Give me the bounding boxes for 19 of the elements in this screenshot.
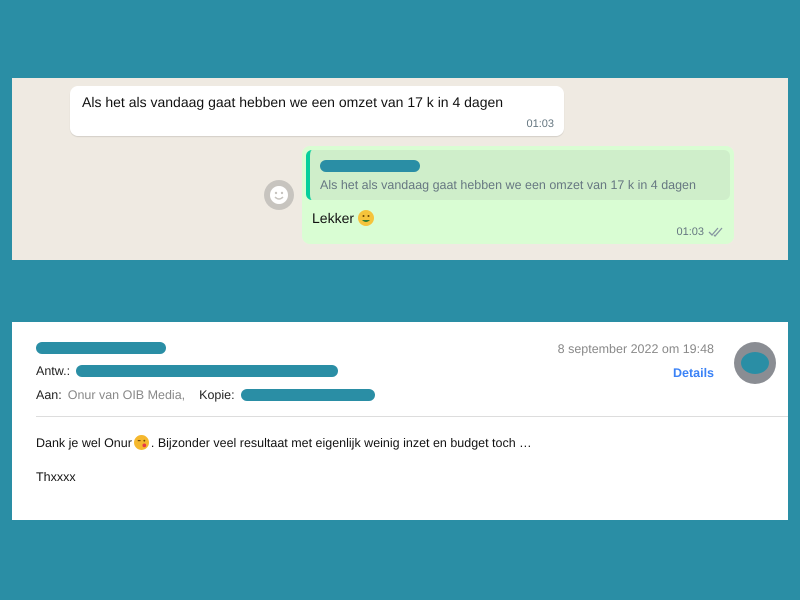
message-text: Lekker	[312, 210, 354, 226]
winking-face-icon	[134, 435, 149, 450]
message-text: Als het als vandaag gaat hebben we een omzet van 17 k in 4 dagen	[82, 94, 504, 110]
message-time: 01:03	[525, 118, 554, 130]
email-body-text: . Bijzonder veel resultaat met eigenlijk weinig inzet en budget toch …	[150, 436, 532, 450]
message-time: 01:03	[676, 226, 704, 238]
details-link[interactable]: Details	[673, 366, 714, 380]
recipient: Onur van OIB Media,	[68, 388, 186, 402]
double-check-icon	[708, 227, 724, 237]
email-signoff: Thxxxx	[36, 470, 77, 484]
avatar-icon	[734, 342, 776, 384]
to-label: Aan:	[36, 388, 62, 402]
email-body-text: Dank je wel Onur	[36, 436, 132, 450]
quoted-text: Als het als vandaag gaat hebben we een omzet van 17 k in 4 dagen	[320, 178, 697, 192]
cc-label: Kopie:	[199, 388, 235, 402]
reply-to-label: Antw.:	[36, 364, 70, 378]
smiley-icon	[358, 210, 374, 226]
emoji-button-icon[interactable]	[264, 180, 294, 210]
email-date: 8 september 2022 om 19:48	[558, 342, 714, 356]
